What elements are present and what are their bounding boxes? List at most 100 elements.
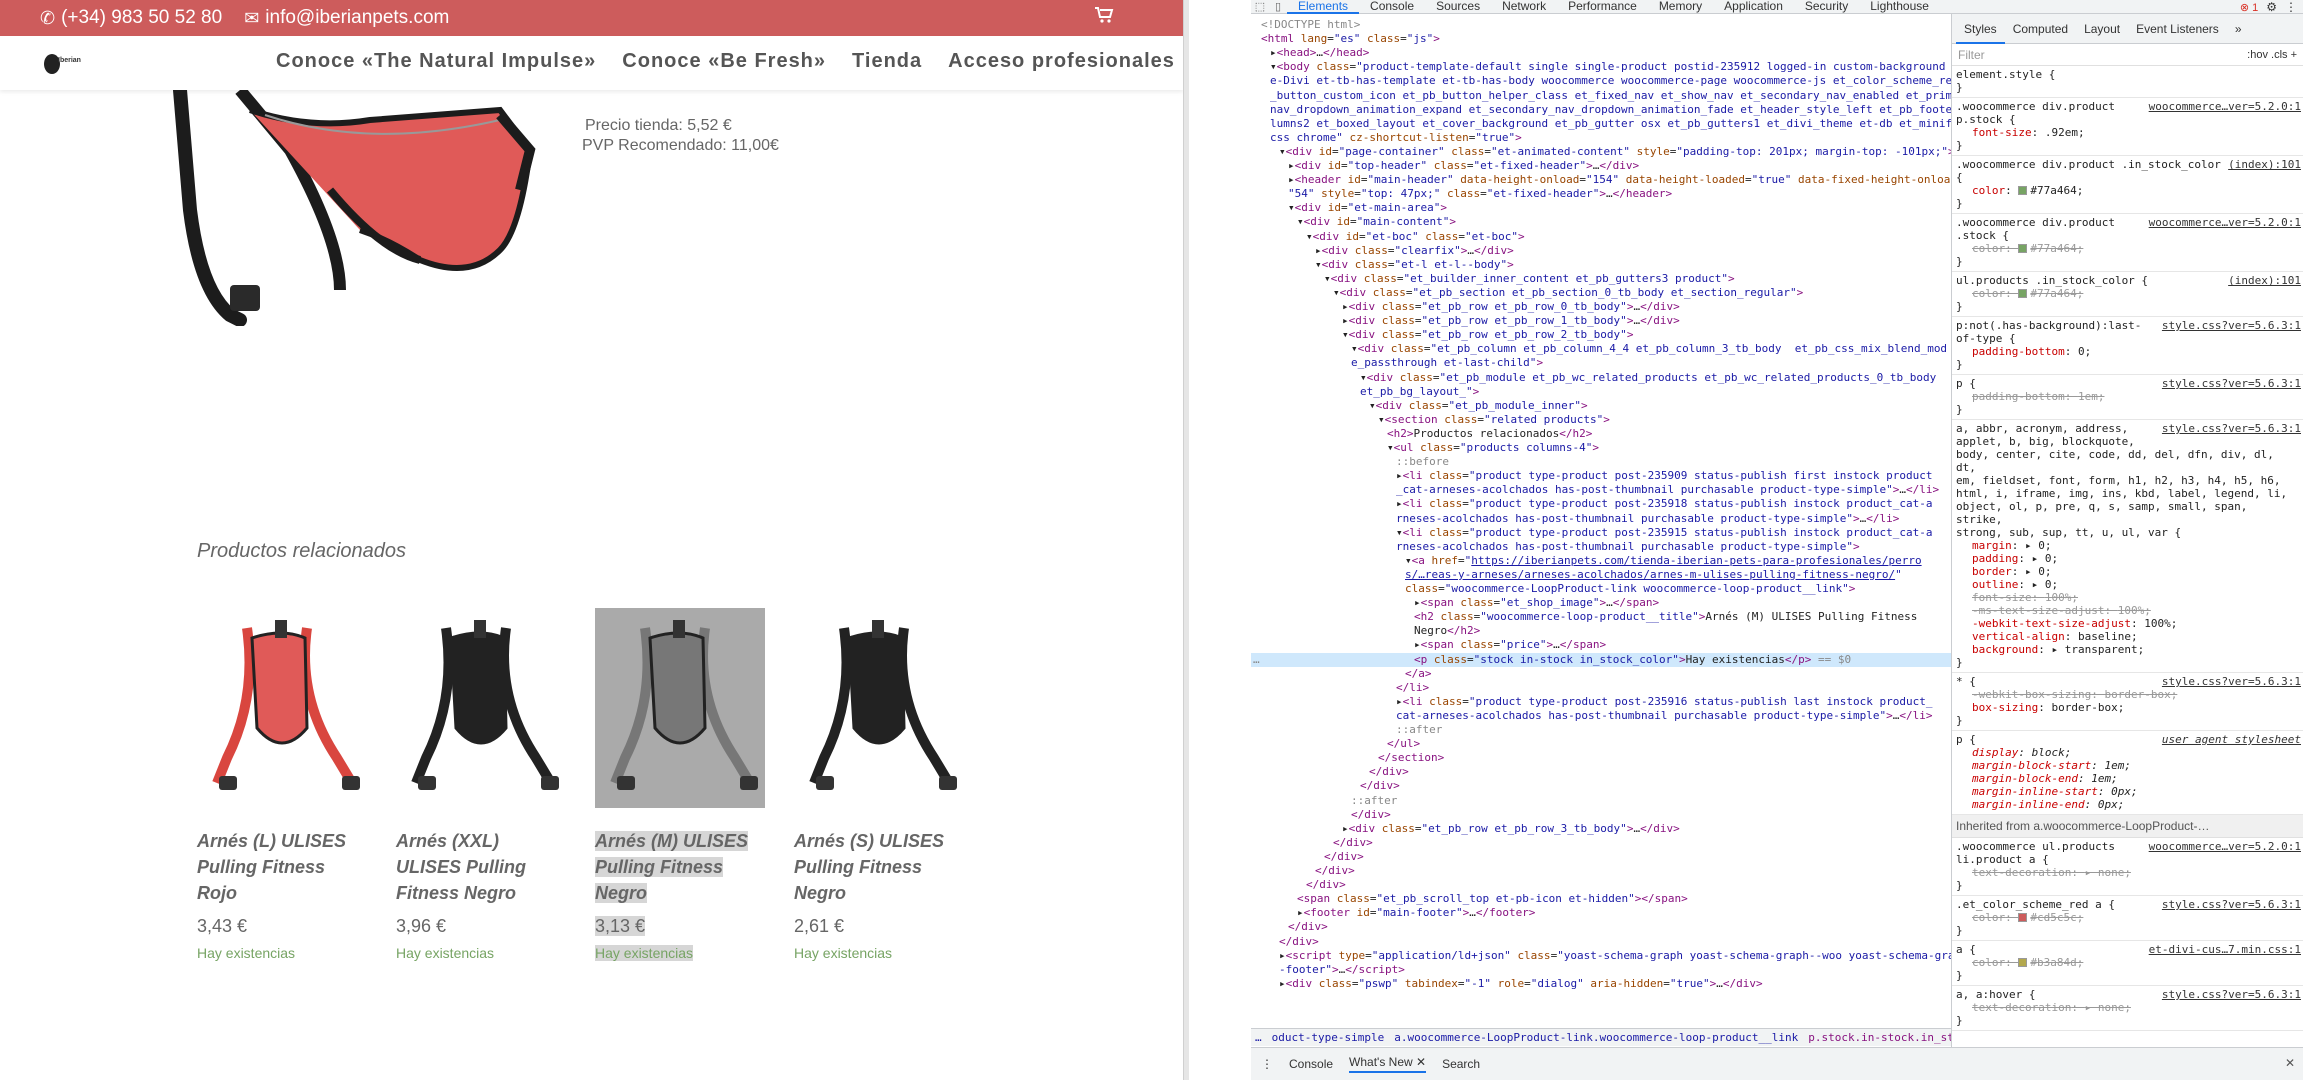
rule-selector[interactable]: element.style { [1956,68,2299,81]
dom-node-line[interactable]: ▾<div class="et-l et-l--body"> [1251,258,1951,272]
rule-source-link[interactable]: style.css?ver=5.6.3:1 [2162,422,2301,435]
rule-source-link[interactable]: style.css?ver=5.6.3:1 [2162,377,2301,390]
css-declaration[interactable]: margin: ▸ 0; [1956,539,2299,552]
dom-node-line[interactable]: ▾<li class="product type-product post-23… [1251,526,1951,540]
dom-node-line[interactable]: css chrome" cz-shortcut-listen="true"> [1251,131,1951,145]
css-declaration[interactable]: padding: ▸ 0; [1956,552,2299,565]
product-card[interactable]: Arnés (XXL) ULISES Pulling Fitness Negro… [396,608,566,961]
css-declaration[interactable]: display: block; [1956,746,2299,759]
css-declaration[interactable]: text-decoration: ▸ none; [1956,866,2299,879]
css-declaration[interactable]: outline: ▸ 0; [1956,578,2299,591]
dom-node-line[interactable]: rneses-acolchados has-post-thumbnail pur… [1251,540,1951,554]
breadcrumb-p[interactable]: p.stock.in-stock.in_stock_color [1808,1031,1951,1044]
cart-icon[interactable] [1094,6,1114,30]
dom-node-line[interactable]: ▾<ul class="products columns-4"> [1251,441,1951,455]
dom-node-line[interactable]: ::after [1251,723,1951,737]
dom-node-line[interactable]: ▾<body class="product-template-default s… [1251,60,1951,74]
dom-node-line[interactable]: … <p class="stock in-stock in_stock_color… [1251,652,1951,667]
css-declaration[interactable]: box-sizing: border-box; [1956,701,2299,714]
email-link[interactable]: ✉ info@iberianpets.com [244,7,449,29]
product-title[interactable]: Arnés (M) ULISES Pulling Fitness Negro [595,828,765,906]
dom-node-line[interactable]: ::before [1251,455,1951,469]
dom-node-line[interactable]: </div> [1251,878,1951,892]
dom-node-line[interactable]: </div> [1251,935,1951,949]
css-rule[interactable]: style.css?ver=5.6.3:1 a, a:hover {text-de… [1952,986,2303,1031]
css-rule[interactable]: user agent stylesheet p {display: block; m… [1952,731,2303,815]
dom-node-line[interactable]: ::after [1251,794,1951,808]
product-title[interactable]: Arnés (L) ULISES Pulling Fitness Rojo [197,828,367,906]
dom-node-line[interactable]: lumns2 et_boxed_layout et_cover_backgrou… [1251,117,1951,131]
dom-node-line[interactable]: ▾<div class="et_pb_module_inner"> [1251,399,1951,413]
rule-source-link[interactable]: user agent stylesheet [2162,733,2301,746]
tab-elements[interactable]: Elements [1287,0,1360,14]
css-declaration[interactable]: color: #77a464; [1956,184,2299,197]
dom-node-line[interactable]: ▸<span class="et_shop_image">…</span> [1251,596,1951,610]
rule-source-link[interactable]: (index):101 [2228,274,2301,287]
product-main-image[interactable] [170,83,550,327]
css-rule[interactable]: woocommerce…ver=5.2.0:1 .woocommerce ul.p… [1952,838,2303,896]
dom-node-line[interactable]: rneses-acolchados has-post-thumbnail pur… [1251,512,1951,526]
more-options-icon[interactable]: ⋮ [2285,0,2297,14]
dom-node-line[interactable]: ▸<div class="et_pb_row et_pb_row_0_tb_bo… [1251,300,1951,314]
settings-gear-icon[interactable]: ⚙ [2266,0,2277,14]
dom-node-line[interactable]: <!DOCTYPE html> [1251,18,1951,32]
dom-node-line[interactable]: ▾<div class="et_pb_column et_pb_column_4… [1251,342,1951,356]
css-declaration[interactable]: background: ▸ transparent; [1956,643,2299,656]
dom-node-line[interactable]: ▸<div class="clearfix">…</div> [1251,244,1951,258]
css-declaration[interactable]: margin-inline-start: 0px; [1956,785,2299,798]
css-declaration[interactable]: -ms-text-size-adjust: 100%; [1956,604,2299,617]
css-declaration[interactable]: -webkit-text-size-adjust: 100%; [1956,617,2299,630]
nav-acceso-profesionales[interactable]: Acceso profesionales [948,50,1175,73]
dom-node-line[interactable]: Negro</h2> [1251,624,1951,638]
breadcrumb-more-icon[interactable]: … [1255,1031,1262,1044]
nav-natural-impulse[interactable]: Conoce «The Natural Impulse» [276,50,596,73]
product-card[interactable]: Arnés (S) ULISES Pulling Fitness Negro 2,… [794,608,964,961]
dom-node-line[interactable]: ▸<span class="price">…</span> [1251,638,1951,652]
dom-node-line[interactable]: </div> [1251,779,1951,793]
dom-node-line[interactable]: ▸<div class="pswp" tabindex="-1" role="d… [1251,977,1951,991]
dom-node-line[interactable]: </div> [1251,836,1951,850]
rule-source-link[interactable]: woocommerce…ver=5.2.0:1 [2149,840,2301,853]
dom-node-line[interactable]: </section> [1251,751,1951,765]
dom-node-line[interactable]: class="woocommerce-LoopProduct-link wooc… [1251,582,1951,596]
dom-node-line[interactable]: </div> [1251,850,1951,864]
filter-tools[interactable]: :hov .cls + [2247,49,2297,61]
product-image[interactable] [197,608,367,808]
dom-node-line[interactable]: ▾<div id="et-boc" class="et-boc"> [1251,230,1951,244]
nav-tienda[interactable]: Tienda [852,50,922,73]
dom-node-line[interactable]: ▸<div class="et_pb_row et_pb_row_1_tb_bo… [1251,314,1951,328]
css-declaration[interactable]: -webkit-box-sizing: border-box; [1956,688,2299,701]
rule-source-link[interactable]: (index):101 [2228,158,2301,171]
drawer-tab-whats-new[interactable]: What's New ✕ [1349,1055,1427,1073]
tab-layout[interactable]: Layout [2076,14,2128,44]
dom-node-line[interactable]: _button_custom_icon et_pb_button_helper_… [1251,89,1951,103]
phone-link[interactable]: ✆ (+34) 983 50 52 80 [40,7,222,29]
css-rule[interactable]: woocommerce…ver=5.2.0:1 .woocommerce div.… [1952,214,2303,272]
dom-node-line[interactable]: <h2>Productos relacionados</h2> [1251,427,1951,441]
tab-sources[interactable]: Sources [1425,0,1491,14]
tab-memory[interactable]: Memory [1648,0,1713,14]
dom-node-line[interactable]: ▸<footer id="main-footer">…</footer> [1251,906,1951,920]
drawer-menu-icon[interactable]: ⋮ [1261,1057,1273,1071]
css-declaration[interactable]: color: #77a464; [1956,287,2299,300]
breadcrumb-li[interactable]: oduct-type-simple [1272,1031,1385,1044]
rule-source-link[interactable]: woocommerce…ver=5.2.0:1 [2149,100,2301,113]
dom-node-line[interactable]: s/…reas-y-arneses/arneses-acolchados/arn… [1251,568,1951,582]
dom-node-line[interactable]: </li> [1251,681,1951,695]
site-logo[interactable]: Iberian [44,54,84,78]
css-rule[interactable]: style.css?ver=5.6.3:1 p {padding-bottom: … [1952,375,2303,420]
dom-node-line[interactable]: "54" style="top: 47px;" class="et-fixed-… [1251,187,1951,201]
product-image[interactable] [595,608,765,808]
rule-source-link[interactable]: style.css?ver=5.6.3:1 [2162,898,2301,911]
nav-be-fresh[interactable]: Conoce «Be Fresh» [622,50,826,73]
dom-node-line[interactable]: e-Divi et-tb-has-template et-tb-has-body… [1251,74,1951,88]
color-swatch[interactable] [2018,913,2028,922]
close-drawer-icon[interactable]: ✕ [2285,1056,2295,1070]
color-swatch[interactable] [2018,289,2028,298]
dom-node-line[interactable]: ▸<li class="product type-product post-23… [1251,497,1951,511]
product-card[interactable]: Arnés (L) ULISES Pulling Fitness Rojo 3,4… [197,608,367,961]
product-image[interactable] [396,608,566,808]
css-declaration[interactable]: border: ▸ 0; [1956,565,2299,578]
dom-node-line[interactable]: ▾<div class="et_pb_module et_pb_wc_relat… [1251,371,1951,385]
dom-node-line[interactable]: ▸<head>…</head> [1251,46,1951,60]
